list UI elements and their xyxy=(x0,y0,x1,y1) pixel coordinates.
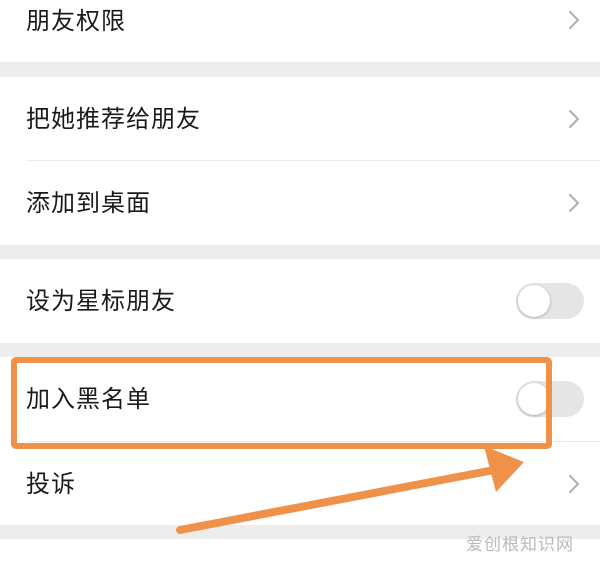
blacklist-toggle[interactable] xyxy=(516,381,584,417)
chevron-right-icon xyxy=(568,109,580,129)
chevron-right-icon xyxy=(568,193,580,213)
toggle-knob xyxy=(518,285,550,317)
toggle-knob xyxy=(518,383,550,415)
settings-group-permissions: 朋友权限 xyxy=(0,0,600,62)
friend-permissions-label: 朋友权限 xyxy=(26,7,126,35)
chevron-right-icon xyxy=(568,10,580,30)
settings-row-recommend[interactable]: 把她推荐给朋友 xyxy=(0,77,600,160)
complain-label: 投诉 xyxy=(26,470,76,498)
add-to-desktop-label: 添加到桌面 xyxy=(26,189,151,217)
settings-row-complain[interactable]: 投诉 xyxy=(0,442,600,525)
settings-row-star-friend[interactable]: 设为星标朋友 xyxy=(0,259,600,343)
blacklist-label: 加入黑名单 xyxy=(26,385,151,413)
settings-group-star: 设为星标朋友 xyxy=(0,259,600,343)
settings-group-share: 把她推荐给朋友 添加到桌面 xyxy=(0,77,600,245)
star-friend-toggle[interactable] xyxy=(516,283,584,319)
watermark: 爱创根知识网 xyxy=(466,535,574,555)
chevron-right-icon xyxy=(568,474,580,494)
star-friend-label: 设为星标朋友 xyxy=(26,287,176,315)
settings-row-friend-permissions[interactable]: 朋友权限 xyxy=(0,0,600,62)
settings-row-blacklist[interactable]: 加入黑名单 xyxy=(0,357,600,441)
recommend-to-friend-label: 把她推荐给朋友 xyxy=(26,105,201,133)
settings-row-add-to-desktop[interactable]: 添加到桌面 xyxy=(0,161,600,245)
settings-group-block: 加入黑名单 投诉 xyxy=(0,357,600,525)
